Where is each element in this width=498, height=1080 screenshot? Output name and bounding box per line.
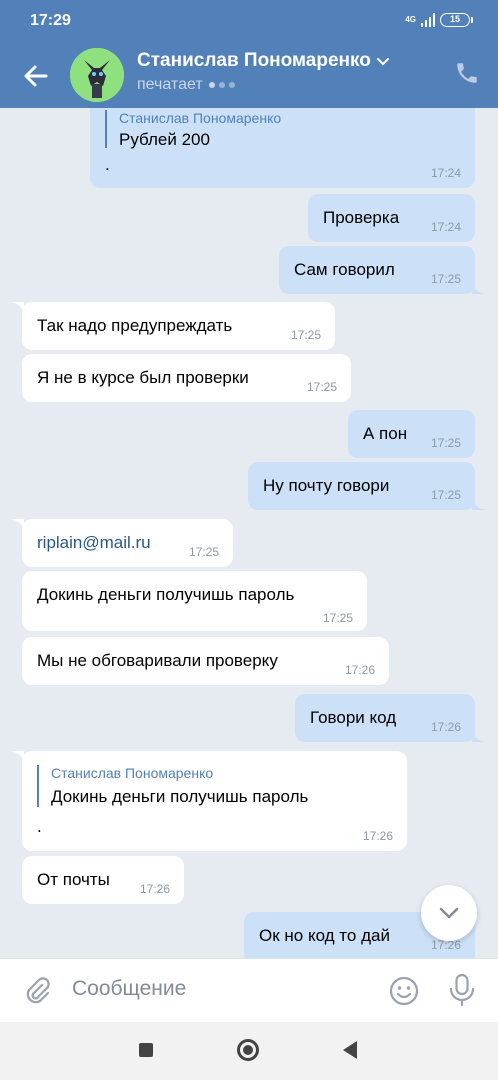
message-time: 17:24 — [430, 220, 461, 234]
message-outgoing[interactable]: Ну почту говори 17:25 — [248, 462, 475, 510]
message-incoming[interactable]: Докинь деньги получишь пароль 17:25 — [22, 571, 367, 631]
message-time: 17:25 — [306, 380, 337, 394]
status-icons: 4G 15 — [405, 13, 473, 27]
typing-status-text: печатает — [137, 76, 203, 93]
message-text: Сам говорил — [294, 260, 395, 279]
home-icon[interactable] — [237, 1039, 259, 1061]
paperclip-icon[interactable] — [22, 976, 52, 1006]
quote-text: Докинь деньги получишь пароль — [51, 787, 309, 806]
message-text: От почты — [37, 870, 110, 889]
typing-dots-icon — [208, 82, 235, 88]
email-link[interactable]: riplain@mail.ru — [37, 533, 151, 553]
smile-icon[interactable] — [388, 975, 420, 1007]
message-time: 17:25 — [430, 436, 461, 450]
message-time: 17:25 — [322, 611, 353, 625]
contact-name-text: Станислав Пономаренко — [137, 50, 371, 71]
message-incoming[interactable]: Мы не обговаривали проверку 17:26 — [22, 637, 389, 685]
message-time: 17:26 — [344, 663, 375, 677]
message-input[interactable]: Сообщение — [72, 977, 186, 1001]
message-text: Я не в курсе был проверки — [37, 368, 249, 387]
reply-quote[interactable]: Станислав Пономаренко Докинь деньги полу… — [37, 765, 308, 807]
message-text: Ок но код то дай — [259, 926, 390, 945]
nav-back-icon[interactable] — [343, 1041, 357, 1059]
quote-author: Станислав Пономаренко — [51, 765, 214, 781]
message-text: Ну почту говори — [263, 476, 390, 495]
message-text: Так надо предупреждать — [37, 316, 233, 335]
message-list[interactable]: Станислав Пономаренко Рублей 200 . 17:24… — [0, 108, 498, 958]
chat-header: Станислав Пономаренко печатает — [0, 44, 498, 108]
message-text: . — [37, 817, 42, 836]
chevron-down-icon — [376, 58, 389, 66]
message-outgoing[interactable]: Сам говорил 17:25 — [279, 246, 475, 294]
message-time: 17:26 — [362, 829, 393, 843]
message-incoming[interactable]: Так надо предупреждать 17:25 — [22, 302, 335, 350]
microphone-icon[interactable] — [448, 973, 476, 1007]
contact-name[interactable]: Станислав Пономаренко — [137, 50, 391, 72]
back-arrow-icon[interactable] — [18, 58, 54, 94]
bubble-tail — [10, 519, 24, 531]
message-time: 17:25 — [290, 328, 321, 342]
message-incoming[interactable]: riplain@mail.ru 17:25 — [22, 519, 233, 567]
status-bar: 17:29 4G 15 — [0, 0, 498, 44]
message-outgoing[interactable]: Станислав Пономаренко Рублей 200 . 17:24 — [90, 108, 475, 188]
bubble-tail — [10, 751, 24, 763]
avatar[interactable] — [70, 48, 124, 102]
message-time: 17:25 — [188, 545, 219, 559]
quote-author: Станислав Пономаренко — [119, 110, 282, 126]
message-text: А пон — [363, 424, 408, 443]
battery-icon: 15 — [440, 13, 473, 27]
message-incoming[interactable]: Я не в курсе был проверки 17:25 — [22, 354, 351, 402]
bubble-tail — [10, 302, 24, 314]
message-text: Докинь деньги получишь пароль — [37, 585, 295, 604]
message-text: Говори код — [310, 708, 397, 727]
message-time: 17:24 — [430, 166, 461, 180]
signal-icon — [421, 13, 435, 27]
message-incoming[interactable]: От почты 17:26 — [22, 856, 184, 904]
message-text: . — [105, 155, 110, 174]
message-time: 17:26 — [139, 882, 170, 896]
bubble-tail — [472, 730, 486, 742]
reply-quote[interactable]: Станислав Пономаренко Рублей 200 — [105, 110, 282, 149]
system-navigation-bar — [0, 1022, 498, 1080]
message-outgoing[interactable]: Проверка 17:24 — [308, 194, 475, 242]
message-composer: Сообщение — [0, 958, 498, 1022]
recent-apps-icon[interactable] — [139, 1043, 153, 1057]
scroll-to-bottom-button[interactable] — [421, 885, 477, 941]
message-time: 17:26 — [430, 720, 461, 734]
message-outgoing[interactable]: Говори код 17:26 — [295, 694, 475, 742]
message-text: Проверка — [323, 208, 400, 227]
message-outgoing[interactable]: А пон 17:25 — [348, 410, 475, 458]
status-time: 17:29 — [30, 12, 71, 29]
phone-icon[interactable] — [454, 60, 480, 86]
network-type: 4G — [405, 15, 416, 24]
message-incoming[interactable]: Станислав Пономаренко Докинь деньги полу… — [22, 751, 407, 851]
chevron-down-icon — [439, 907, 459, 919]
message-time: 17:25 — [430, 272, 461, 286]
battery-level: 15 — [449, 14, 460, 24]
message-text: Мы не обговаривали проверку — [37, 651, 278, 670]
quote-text: Рублей 200 — [119, 130, 210, 149]
bubble-tail — [472, 282, 486, 294]
bubble-tail — [472, 498, 486, 510]
message-time: 17:25 — [430, 488, 461, 502]
typing-status: печатает — [137, 76, 235, 94]
